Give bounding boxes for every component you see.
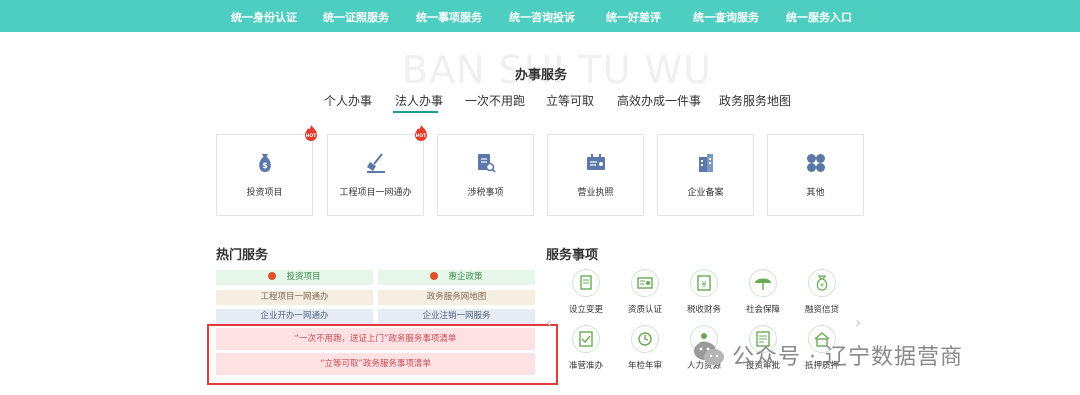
card-enterprise-filing[interactable]: 企业备案 [657, 134, 754, 216]
card-label: 工程项目一网通办 [339, 188, 412, 198]
svg-text:$: $ [262, 161, 268, 170]
hot-services-title: 热门服务 [216, 248, 269, 263]
clock-icon [638, 332, 652, 346]
service-matters-title: 服务事项 [546, 248, 599, 263]
matter-label: 融资信贷 [804, 305, 839, 315]
hot-badge-label: HOT [416, 133, 428, 139]
watermark-text: 公众号 · 辽宁数据营商 [732, 345, 963, 370]
card-engineering[interactable]: 工程项目一网通办 [327, 134, 424, 216]
tab-service-map[interactable]: 政务服务地图 [719, 92, 791, 109]
nav-item-license[interactable]: 统一证照服务 [323, 9, 389, 25]
card-tax[interactable]: 涉税事项 [437, 134, 534, 216]
nav-item-review[interactable]: 统一好差评 [606, 9, 661, 25]
hot-dot-icon [268, 271, 277, 280]
hot-service-investment[interactable]: 投资项目 [216, 270, 373, 285]
card-label: 营业执照 [577, 188, 614, 198]
tab-personal[interactable]: 个人办事 [324, 92, 372, 109]
hot-service-label: 投资项目 [286, 272, 321, 282]
matter-item-setup[interactable]: 设立变更 [561, 269, 611, 319]
hot-badge-icon: HOT [415, 125, 428, 141]
matter-item-permit[interactable]: 准营准办 [561, 325, 611, 375]
document-search-icon [478, 154, 496, 173]
card-business-license[interactable]: 营业执照 [547, 134, 644, 216]
hot-badge-label: HOT [306, 133, 318, 139]
prev-arrow-icon[interactable]: ‹ [546, 313, 552, 332]
tax-icon: ¥ [697, 275, 711, 291]
nav-item-identity[interactable]: 统一身份认证 [231, 9, 297, 25]
matter-item-qualification[interactable]: 资质认证 [620, 269, 670, 319]
matter-item-social-security[interactable]: 社会保障 [738, 269, 788, 319]
money-bag-icon: $ [259, 154, 271, 172]
permit-icon [579, 331, 593, 347]
hot-badge-icon: HOT [305, 125, 318, 141]
highlight-box [207, 324, 558, 385]
top-nav-bar: 统一身份认证 统一证照服务 统一事项服务 统一咨询投诉 统一好差评 统一查询服务… [0, 0, 1080, 32]
card-label: 企业备案 [687, 188, 724, 198]
building-icon [699, 154, 713, 172]
card-label: 其他 [806, 188, 825, 198]
umbrella-icon [755, 278, 771, 290]
nav-item-matters[interactable]: 统一事项服务 [416, 9, 482, 25]
nav-item-query[interactable]: 统一查询服务 [693, 9, 759, 25]
watermark: 公众号 · 辽宁数据营商 [692, 337, 1052, 371]
matter-item-inspection[interactable]: 年检年审 [620, 325, 670, 375]
svg-text:¥: ¥ [820, 283, 824, 290]
finance-bag-icon: ¥ [816, 275, 828, 291]
tab-one-thing[interactable]: 高效办成一件事 [617, 92, 701, 109]
hot-service-map[interactable]: 政务服务网地图 [378, 290, 535, 305]
hot-service-label: 惠企政策 [448, 272, 483, 282]
hot-service-policy[interactable]: 惠企政策 [378, 270, 535, 285]
card-other[interactable]: 其他 [767, 134, 864, 216]
svg-text:¥: ¥ [701, 280, 706, 289]
license-icon [587, 154, 605, 170]
shovel-icon [367, 153, 385, 173]
active-tab-underline [393, 111, 438, 113]
nav-item-consult[interactable]: 统一咨询投诉 [509, 9, 575, 25]
matter-item-tax[interactable]: ¥ 税收财务 [679, 269, 729, 319]
certificate-icon [637, 277, 653, 289]
grid-icon [807, 154, 825, 172]
card-investment[interactable]: $ 投资项目 [216, 134, 313, 216]
tab-no-visit[interactable]: 一次不用跑 [465, 92, 525, 109]
hot-dot-icon [430, 271, 439, 280]
card-label: 涉税事项 [467, 188, 504, 198]
tab-legal-person[interactable]: 法人办事 [395, 92, 443, 109]
hot-service-engineering[interactable]: 工程项目一网通办 [216, 290, 373, 305]
next-arrow-icon[interactable]: › [855, 313, 861, 332]
nav-item-entry[interactable]: 统一服务入口 [786, 9, 852, 25]
wechat-icon [694, 342, 724, 365]
register-icon [580, 275, 592, 290]
hot-service-open-business[interactable]: 企业开办一网通办 [216, 309, 373, 324]
matter-item-finance[interactable]: ¥ 融资信贷 [797, 269, 847, 319]
tab-instant[interactable]: 立等可取 [546, 92, 594, 109]
hot-service-close-business[interactable]: 企业注销一网服务 [378, 309, 535, 324]
card-label: 投资项目 [246, 188, 283, 198]
section-title: 办事服务 [515, 68, 568, 83]
